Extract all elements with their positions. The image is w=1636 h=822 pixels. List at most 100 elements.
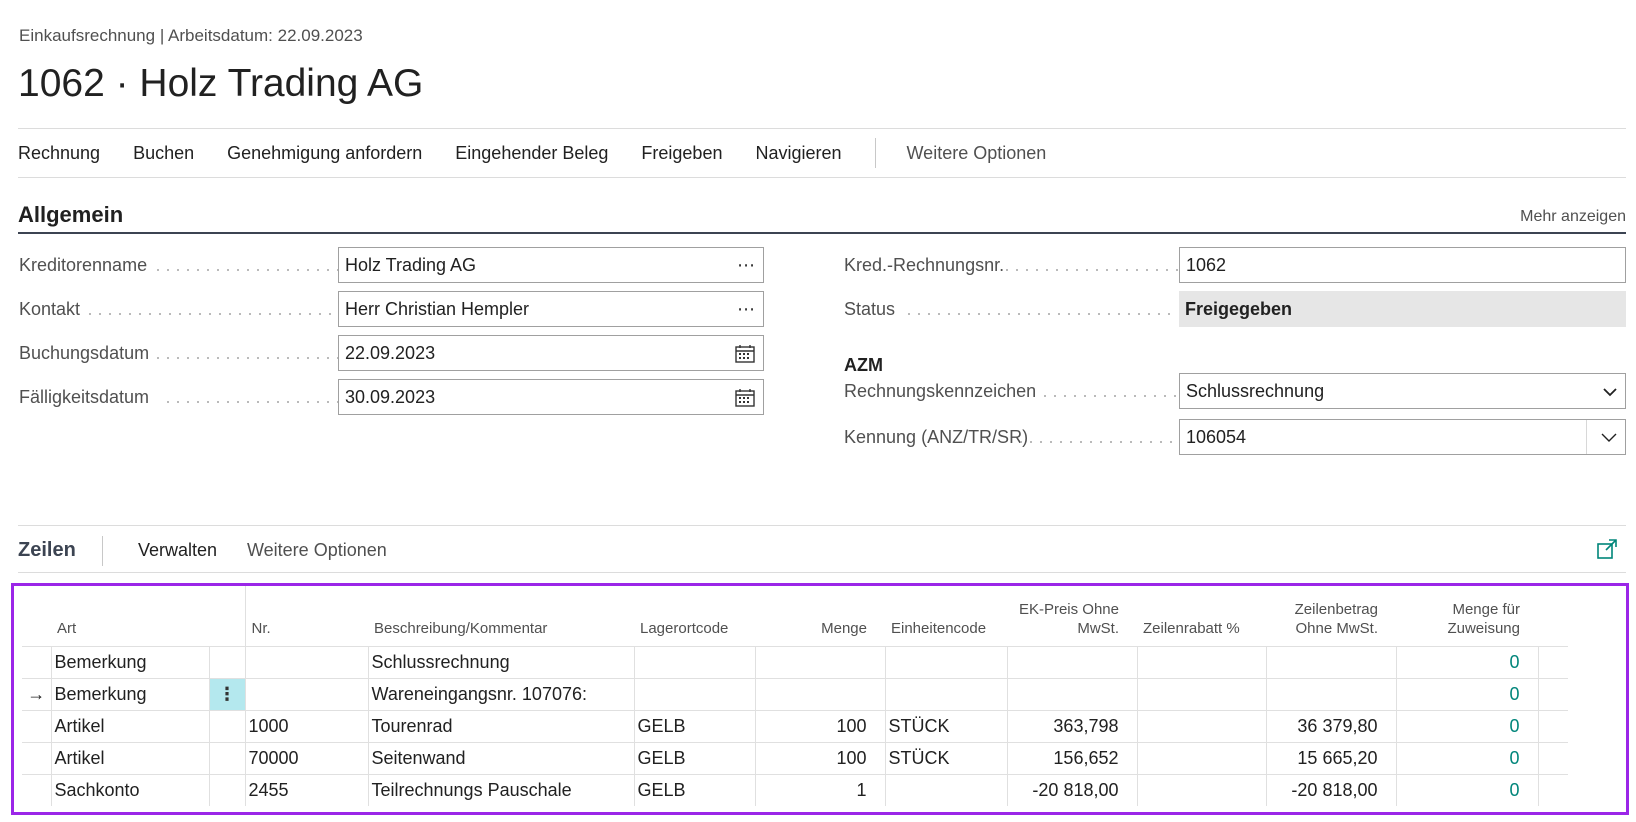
- cell-beschreibung[interactable]: Seitenwand: [367, 741, 634, 774]
- cell-zuweisung[interactable]: 0: [1395, 645, 1538, 678]
- col-einheit[interactable]: Einheitencode: [885, 586, 1007, 646]
- action-navigieren[interactable]: Navigieren: [755, 143, 841, 164]
- calendar-icon[interactable]: [735, 380, 755, 414]
- cell-nr[interactable]: 70000: [244, 741, 368, 774]
- calendar-icon[interactable]: [735, 336, 755, 370]
- cell-art[interactable]: Sachkonto: [50, 773, 209, 806]
- cell-nr[interactable]: 1000: [244, 709, 368, 742]
- lines-more-options-button[interactable]: Weitere Optionen: [247, 540, 387, 561]
- lines-title[interactable]: Zeilen: [18, 539, 76, 562]
- kennung-input[interactable]: 106054: [1179, 419, 1626, 455]
- cell-menge[interactable]: [754, 645, 885, 678]
- row-end-cell: [1537, 677, 1568, 710]
- cell-ekpreis[interactable]: [1006, 645, 1137, 678]
- cell-betrag[interactable]: 15 665,20: [1265, 741, 1396, 774]
- cell-art[interactable]: Bemerkung: [50, 645, 209, 678]
- table-row[interactable]: Artikel 1000 Tourenrad GELB 100 STÜCK 363,798 3…: [22, 709, 1568, 742]
- cell-menge[interactable]: 100: [754, 741, 885, 774]
- section-title[interactable]: Allgemein: [18, 202, 123, 228]
- row-menu-cell[interactable]: [208, 773, 245, 806]
- cell-einheit[interactable]: [884, 773, 1007, 806]
- field-label: Kontakt: [19, 299, 81, 319]
- rechnungskennzeichen-select[interactable]: Schlussrechnung: [1179, 373, 1626, 409]
- cell-ekpreis[interactable]: [1006, 677, 1137, 710]
- col-ekpreis[interactable]: EK-Preis Ohne MwSt.: [1007, 586, 1137, 646]
- cell-nr[interactable]: [244, 677, 368, 710]
- cell-beschreibung[interactable]: Schlussrechnung: [367, 645, 634, 678]
- cell-menge[interactable]: 1: [754, 773, 885, 806]
- kred-rechnungsnr-input[interactable]: 1062: [1179, 247, 1626, 283]
- cell-ekpreis[interactable]: 363,798: [1006, 709, 1137, 742]
- row-menu-cell[interactable]: [208, 709, 245, 742]
- table-row[interactable]: → Bemerkung ⋮ Wareneingangsnr. 107076: 0: [22, 677, 1568, 710]
- chevron-down-icon[interactable]: [1603, 374, 1617, 408]
- cell-menge[interactable]: [754, 677, 885, 710]
- col-zuweisung[interactable]: Menge für Zuweisung: [1396, 586, 1538, 646]
- cell-rabatt[interactable]: [1136, 741, 1266, 774]
- cell-lagerort[interactable]: [633, 645, 755, 678]
- action-genehmigung-anfordern[interactable]: Genehmigung anfordern: [227, 143, 422, 164]
- action-eingehender-beleg[interactable]: Eingehender Beleg: [455, 143, 608, 164]
- cell-ekpreis[interactable]: 156,652: [1006, 741, 1137, 774]
- cell-art[interactable]: Artikel: [50, 709, 209, 742]
- cell-art[interactable]: Bemerkung: [50, 677, 209, 710]
- row-menu-cell[interactable]: [208, 741, 245, 774]
- cell-zuweisung[interactable]: 0: [1395, 677, 1538, 710]
- cell-beschreibung[interactable]: Teilrechnungs Pauschale: [367, 773, 634, 806]
- cell-rabatt[interactable]: [1136, 773, 1266, 806]
- cell-lagerort[interactable]: GELB: [633, 773, 755, 806]
- col-nr[interactable]: Nr.: [244, 586, 368, 646]
- ellipsis-icon[interactable]: ⋯: [737, 292, 755, 326]
- cell-einheit[interactable]: [884, 645, 1007, 678]
- cell-einheit[interactable]: STÜCK: [884, 709, 1007, 742]
- cell-nr[interactable]: [244, 645, 368, 678]
- col-menge[interactable]: Menge: [755, 586, 885, 646]
- action-rechnung[interactable]: Rechnung: [18, 143, 100, 164]
- cell-menge[interactable]: 100: [754, 709, 885, 742]
- buchungsdatum-input[interactable]: 22.09.2023: [338, 335, 764, 371]
- col-beschreibung[interactable]: Beschreibung/Kommentar: [368, 586, 634, 646]
- action-freigeben[interactable]: Freigeben: [641, 143, 722, 164]
- cell-nr[interactable]: 2455: [244, 773, 368, 806]
- cell-zuweisung[interactable]: 0: [1395, 773, 1538, 806]
- cell-einheit[interactable]: STÜCK: [884, 741, 1007, 774]
- cell-betrag[interactable]: [1265, 645, 1396, 678]
- lines-manage-button[interactable]: Verwalten: [138, 540, 217, 561]
- expand-icon[interactable]: [1596, 538, 1618, 560]
- cell-ekpreis[interactable]: -20 818,00: [1006, 773, 1137, 806]
- cell-beschreibung[interactable]: Wareneingangsnr. 107076:: [367, 677, 634, 710]
- current-row-arrow-icon: →: [22, 677, 51, 710]
- ellipsis-icon[interactable]: ⋯: [737, 248, 755, 282]
- cell-betrag[interactable]: 36 379,80: [1265, 709, 1396, 742]
- col-art[interactable]: Art: [51, 586, 209, 646]
- table-row[interactable]: Artikel 70000 Seitenwand GELB 100 STÜCK 156,65…: [22, 741, 1568, 774]
- cell-betrag[interactable]: [1265, 677, 1396, 710]
- row-menu-cell[interactable]: [208, 645, 245, 678]
- cell-lagerort[interactable]: GELB: [633, 709, 755, 742]
- table-row[interactable]: Bemerkung Schlussrechnung 0: [22, 645, 1568, 678]
- faelligkeitsdatum-input[interactable]: 30.09.2023: [338, 379, 764, 415]
- table-row[interactable]: Sachkonto 2455 Teilrechnungs Pauschale GELB…: [22, 773, 1568, 806]
- cell-zuweisung[interactable]: 0: [1395, 741, 1538, 774]
- col-betrag[interactable]: Zeilenbetrag Ohne MwSt.: [1266, 586, 1396, 646]
- cell-lagerort[interactable]: GELB: [633, 741, 755, 774]
- kontakt-input[interactable]: Herr Christian Hempler ⋯: [338, 291, 764, 327]
- cell-art[interactable]: Artikel: [50, 741, 209, 774]
- field-value: Holz Trading AG: [345, 255, 477, 275]
- cell-rabatt[interactable]: [1136, 709, 1266, 742]
- action-buchen[interactable]: Buchen: [133, 143, 194, 164]
- col-rabatt[interactable]: Zeilenrabatt %: [1137, 586, 1266, 646]
- show-more-link[interactable]: Mehr anzeigen: [1520, 208, 1626, 226]
- cell-beschreibung[interactable]: Tourenrad: [367, 709, 634, 742]
- cell-rabatt[interactable]: [1136, 677, 1266, 710]
- cell-einheit[interactable]: [884, 677, 1007, 710]
- chevron-down-icon[interactable]: [1601, 420, 1617, 454]
- row-menu-icon[interactable]: ⋮: [208, 677, 245, 710]
- col-lagerort[interactable]: Lagerortcode: [634, 586, 755, 646]
- kreditorenname-input[interactable]: Holz Trading AG ⋯: [338, 247, 764, 283]
- action-weitere-optionen[interactable]: Weitere Optionen: [907, 143, 1047, 164]
- cell-lagerort[interactable]: [633, 677, 755, 710]
- cell-rabatt[interactable]: [1136, 645, 1266, 678]
- cell-betrag[interactable]: -20 818,00: [1265, 773, 1396, 806]
- cell-zuweisung[interactable]: 0: [1395, 709, 1538, 742]
